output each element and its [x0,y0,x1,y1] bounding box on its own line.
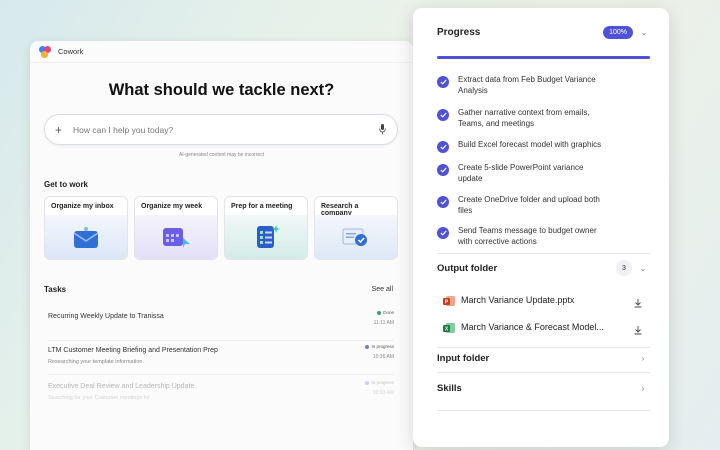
card-label: Organize my inbox [51,203,114,210]
skills-title: Skills [437,382,462,394]
input-folder-title: Input folder [437,352,490,364]
task-title: LTM Customer Meeting Briefing and Presen… [48,347,218,354]
window-title: Cowork [58,47,84,56]
file-name: March Variance Update.pptx [461,295,575,305]
step-text: update [458,173,483,183]
step-text: Teams, and meetings [458,118,535,128]
excel-icon: X [443,321,455,333]
task-row[interactable]: LTM Customer Meeting Briefing and Presen… [48,341,394,375]
download-icon[interactable] [633,295,643,308]
task-time: 11:11 AM [373,320,394,326]
get-to-work-cards: Organize my inbox Organize my week Prep … [44,196,398,260]
task-subtitle: Searching for your Customer meetings for [48,395,151,401]
task-time: 10:03 AM [372,390,394,396]
card-prep-meeting[interactable]: Prep for a meeting [224,196,308,260]
progress-step: Gather narrative context from emails, Tea… [437,108,637,129]
divider [437,372,650,373]
progress-step: Create 5-slide PowerPoint variance update [437,163,637,184]
envelope-icon [45,215,127,259]
progress-step: Build Excel forecast model with graphics [437,140,637,153]
cowork-window: Cowork What should we tackle next? + How… [30,41,413,450]
status-dot [365,344,370,349]
output-folder-title: Output folder [437,262,498,274]
checkmark-icon [437,76,449,88]
status-badge: In progress [365,380,394,385]
checkmark-icon [437,141,449,153]
output-file-row[interactable]: X March Variance & Forecast Model... [443,321,643,335]
download-icon[interactable] [633,322,643,335]
chevron-down-icon[interactable]: ⌄ [637,28,651,37]
status-dot [365,380,370,385]
checkmark-icon [437,196,449,208]
output-file-row[interactable]: P March Variance Update.pptx [443,294,643,308]
research-icon [315,215,397,259]
chevron-right-icon[interactable]: › [636,384,650,393]
card-label: Organize my week [141,203,203,210]
progress-step: Send Teams message to budget owner with c… [437,226,637,247]
task-time: 10:36 AM [372,354,394,360]
ai-disclaimer: AI-generated content may be incorrect [178,152,265,158]
search-input[interactable]: How can I help you today? [73,125,377,135]
input-folder-header[interactable]: Input folder › [437,350,650,366]
search-box[interactable]: + How can I help you today? [44,114,398,145]
progress-step: Create OneDrive folder and upload both fi… [437,195,637,216]
see-all-link[interactable]: See all [372,286,393,293]
card-label: Research a company [321,203,359,217]
step-text: Extract data from Feb Budget Variance [458,75,596,84]
hero-title: What should we tackle next? [108,81,335,99]
card-research-company[interactable]: Research a company [314,196,398,260]
progress-title: Progress [437,26,481,38]
calendar-icon [135,215,217,259]
step-text: Create 5-slide PowerPoint variance [458,163,584,172]
task-subtitle: Researching your template information. [48,359,144,365]
microphone-icon[interactable] [377,123,387,136]
step-text: Gather narrative context from emails, [458,108,590,117]
divider [437,253,650,254]
progress-bar-fill [437,56,650,59]
output-folder-header[interactable]: Output folder 3 ⌄ [437,260,650,276]
step-text: Create OneDrive folder and upload both [458,195,600,204]
divider [437,410,650,411]
copilot-logo-icon [39,45,51,58]
progress-bar [437,56,650,59]
status-badge: In progress [365,344,394,349]
task-row[interactable]: Recurring Weekly Update to Tranissa Done… [48,307,394,341]
checkmark-icon [437,164,449,176]
divider [437,347,650,348]
card-label: Prep for a meeting [231,203,293,210]
checkmark-icon [437,109,449,121]
card-organize-inbox[interactable]: Organize my inbox [44,196,128,260]
task-title: Executive Deal Review and Leadership Upd… [48,383,195,390]
card-organize-week[interactable]: Organize my week [134,196,218,260]
checkmark-icon [437,227,449,239]
step-text: files [458,205,473,215]
progress-panel: Progress 100% ⌄ Extract data from Feb Bu… [413,8,669,447]
checklist-icon [225,215,307,259]
task-title: Recurring Weekly Update to Tranissa [48,313,164,320]
task-row[interactable]: Executive Deal Review and Leadership Upd… [48,377,394,411]
chevron-right-icon[interactable]: › [636,354,650,363]
step-text: Analysis [458,85,488,95]
chevron-down-icon[interactable]: ⌄ [636,264,650,273]
tasks-title: Tasks [44,285,67,294]
progress-percent-badge: 100% [603,25,633,39]
step-text: Send Teams message to budget owner [458,226,597,235]
skills-header[interactable]: Skills › [437,380,650,396]
powerpoint-icon: P [443,294,455,306]
progress-step: Extract data from Feb Budget Variance Ana… [437,75,637,96]
step-text: Build Excel forecast model with graphics [458,140,602,149]
status-badge: Done [377,310,394,315]
get-to-work-title: Get to work [44,180,89,189]
status-dot [377,310,382,315]
add-icon[interactable]: + [55,123,69,137]
file-count-badge: 3 [616,260,632,276]
step-text: with corrective actions [458,236,537,246]
file-name: March Variance & Forecast Model... [461,322,604,332]
progress-header[interactable]: Progress 100% ⌄ [437,24,651,40]
title-bar: Cowork [30,41,413,63]
